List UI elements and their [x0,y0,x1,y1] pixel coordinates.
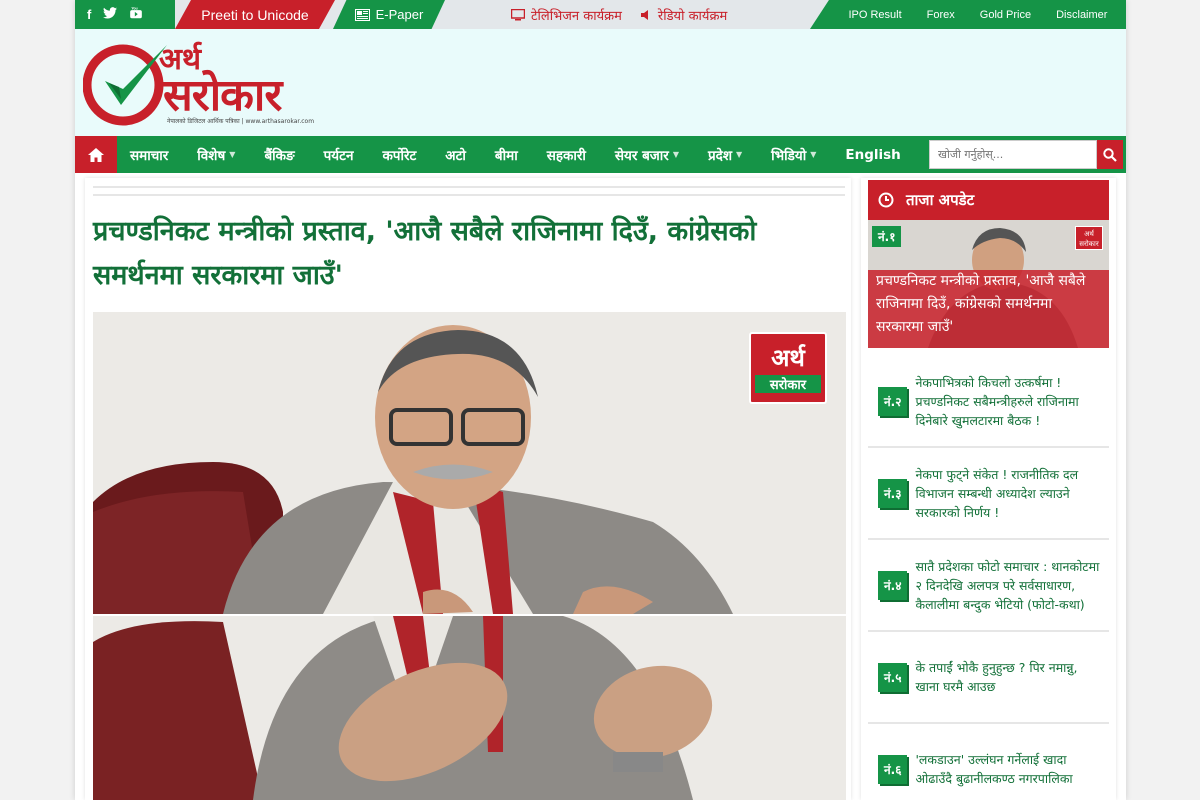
logo-line2: सरोकार [163,70,282,121]
nav-item-label: समाचार [130,147,169,164]
latest-updates-title: ताजा अपडेट [906,191,975,209]
nav-item-label: विशेष [197,147,226,164]
mini-logo: अर्थ सरोकार [1075,226,1103,250]
nav-item[interactable]: पर्यटन [324,146,367,164]
nav-item-label: English [845,146,901,163]
list-item[interactable]: नं.३ नेकपा फुट्ने संकेत ! राजनीतिक दल विभ… [868,448,1109,540]
nav-item[interactable]: बैंकिङ [264,146,307,164]
site-logo[interactable]: अर्थ सरोकार नेपालको डिजिटल आर्थिक पत्रिक… [83,39,373,129]
latest-updates-header: ताजा अपडेट [868,180,1109,220]
rank-badge: नं.३ [878,478,908,508]
nav-item-label: प्रदेश [707,147,732,164]
list-item[interactable]: नं.५ के तपाईं भोकै हुनुहुन्छ ? पिर नमान्न… [868,632,1109,724]
tv-program-link[interactable]: टेलिभिजन कार्यक्रम [511,6,622,24]
nav-item[interactable]: समाचार [130,146,181,164]
article-photo [93,312,846,800]
social-links: f You [75,0,175,29]
nav-item[interactable]: विशेष ▼ [197,146,248,164]
list-item-title[interactable]: नेकपाभित्रको किचलो उत्कर्षमा ! प्रचण्डनि… [915,373,1103,430]
page: f You Preeti to Unicode E-Paper टेलिभिजन… [75,0,1126,800]
nav-item-label: सेयर बजार [614,147,669,164]
broadcast-links: टेलिभिजन कार्यक्रम रेडियो कार्यक्रम [511,0,727,29]
list-item-title[interactable]: सातै प्रदेशका फोटो समाचार : थानकोटमा २ द… [915,557,1103,614]
facebook-icon[interactable]: f [87,7,91,22]
home-icon [88,147,104,162]
search-input[interactable] [929,140,1097,169]
search-button[interactable] [1097,140,1123,169]
watermark-line2: सरोकार [755,375,821,393]
tv-icon [511,8,525,20]
nav-item-label: बैंकिङ [264,147,295,164]
nav-item[interactable]: English [845,147,913,163]
chevron-down-icon: ▼ [672,150,679,159]
search-icon [1103,147,1117,162]
nav-item[interactable]: अटो [445,146,479,164]
tv-program-label: टेलिभिजन कार्यक्रम [531,8,622,24]
twitter-icon[interactable] [103,7,118,22]
watermark-line1: अर्थ [771,344,805,372]
rank-badge: नं.४ [878,570,908,600]
nav-item[interactable]: कर्पोरेट [382,146,429,164]
rank-badge: नं.१ [872,226,902,247]
home-button[interactable] [75,136,117,173]
rank-badge: नं.२ [878,386,908,416]
preeti-to-unicode-link[interactable]: Preeti to Unicode [175,0,335,29]
nav-item-label: भिडियो [771,147,807,164]
list-item-title[interactable]: 'लकडाउन' उल्लंघन गर्नेलाई खादा ओढाउँदै ब… [915,750,1103,788]
nav-item[interactable]: भिडियो ▼ [771,146,829,164]
featured-update-title[interactable]: प्रचण्डनिकट मन्त्रीको प्रस्ताव, 'आजै सबै… [876,270,1101,339]
main-nav: समाचार विशेष ▼ बैंकिङ पर्यटन कर्पोरेट अटो बीमा स… [75,136,1126,173]
nav-item-label: पर्यटन [323,147,354,164]
disclaimer-link[interactable]: Disclaimer [1056,9,1107,21]
chevron-down-icon: ▼ [810,150,817,159]
utility-links: IPO Result Forex Gold Price Disclaimer [810,0,1126,29]
nav-item[interactable]: प्रदेश ▼ [708,146,755,164]
update-list: नं.२ नेकपाभित्रको किचलो उत्कर्षमा ! प्रचण… [868,356,1109,800]
nav-item[interactable]: सेयर बजार ▼ [615,146,692,164]
nav-item-label: अटो [445,147,466,164]
nav-item[interactable]: सहकारी [547,146,599,164]
nav-item-label: सहकारी [546,147,586,164]
list-item[interactable]: नं.४ सातै प्रदेशका फोटो समाचार : थानकोटमा… [868,540,1109,632]
gold-price-link[interactable]: Gold Price [980,9,1031,21]
rank-badge: नं.५ [878,662,908,692]
logo-tagline: नेपालको डिजिटल आर्थिक पत्रिका | www.arth… [167,118,315,125]
article-panel: प्रचण्डनिकट मन्त्रीको प्रस्ताव, 'आजै सबै… [85,178,851,800]
article-image[interactable]: अर्थ सरोकार [93,312,846,800]
svg-text:You: You [132,7,138,11]
newspaper-icon [354,8,370,21]
clock-icon [878,192,894,208]
article-headline[interactable]: प्रचण्डनिकट मन्त्रीको प्रस्ताव, 'आजै सबै… [93,210,845,298]
list-item-title[interactable]: के तपाईं भोकै हुनुहुन्छ ? पिर नमान्नु, ख… [915,658,1103,696]
nav-item[interactable]: बीमा [495,146,531,164]
featured-update[interactable]: नं.१ अर्थ सरोकार प्रचण्डनिकट मन्त्रीको प्… [868,220,1109,348]
divider [93,186,845,196]
list-item-title[interactable]: नेकपा फुट्ने संकेत ! राजनीतिक दल विभाजन … [915,465,1103,522]
youtube-icon[interactable]: You [129,6,143,23]
radio-program-label: रेडियो कार्यक्रम [657,8,728,24]
chevron-down-icon: ▼ [736,150,743,159]
list-item[interactable]: नं.२ नेकपाभित्रको किचलो उत्कर्षमा ! प्रचण… [868,356,1109,448]
image-watermark-logo: अर्थ सरोकार [749,332,827,404]
latest-updates-panel: ताजा अपडेट नं.१ अर्थ सरोकार प्रचण्डनिकट म… [861,178,1116,800]
forex-link[interactable]: Forex [927,9,955,21]
nav-item-label: कर्पोरेट [382,147,417,164]
nav-items: समाचार विशेष ▼ बैंकिङ पर्यटन कर्पोरेट अटो बीमा स… [117,136,930,173]
nav-item-label: बीमा [494,147,518,164]
rank-badge: नं.६ [878,754,908,784]
speaker-icon [640,9,648,20]
chevron-down-icon: ▼ [229,150,236,159]
site-header: अर्थ सरोकार नेपालको डिजिटल आर्थिक पत्रिक… [75,29,1126,136]
image-separator [93,614,846,616]
radio-program-link[interactable]: रेडियो कार्यक्रम [640,6,727,24]
ipo-result-link[interactable]: IPO Result [848,9,901,21]
epaper-label: E-Paper [375,7,424,22]
list-item[interactable]: नं.६ 'लकडाउन' उल्लंघन गर्नेलाई खादा ओढाउँ… [868,724,1109,800]
epaper-link[interactable]: E-Paper [333,0,445,29]
top-bar: f You Preeti to Unicode E-Paper टेलिभिजन… [75,0,1126,29]
